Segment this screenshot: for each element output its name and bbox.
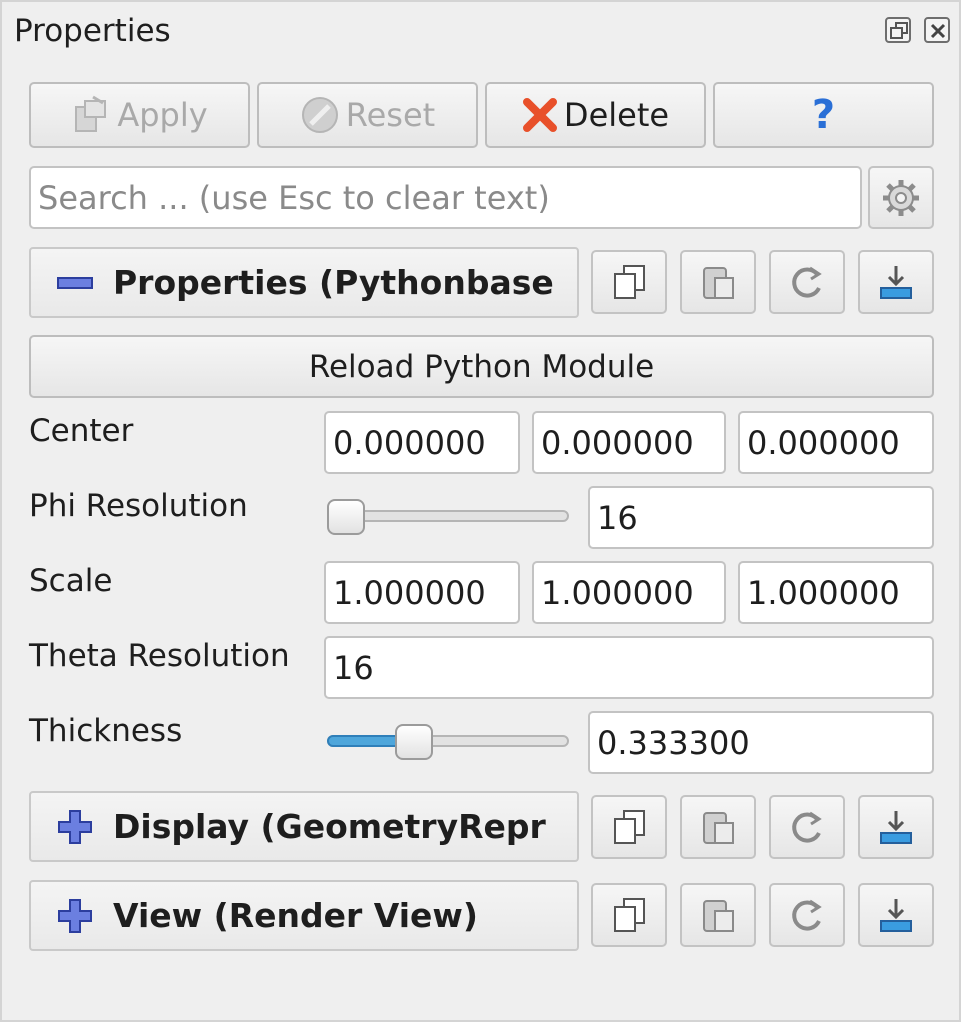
- phi-resolution-label: Phi Resolution: [29, 488, 248, 524]
- delete-label: Delete: [563, 96, 670, 134]
- properties-panel: Properties Apply Reset Delete ? Search .…: [0, 0, 961, 1022]
- scale-x-field[interactable]: 1.000000: [324, 561, 520, 624]
- reset-label: Reset: [345, 96, 436, 134]
- copy-properties-button[interactable]: [591, 250, 667, 314]
- float-panel-button[interactable]: [885, 17, 911, 43]
- scale-z-field[interactable]: 1.000000: [738, 561, 934, 624]
- paste-view-button[interactable]: [680, 883, 756, 947]
- help-button[interactable]: ?: [713, 82, 934, 148]
- gear-icon: [883, 179, 919, 216]
- phi-resolution-field[interactable]: 16: [588, 486, 934, 549]
- close-icon: [930, 23, 946, 39]
- display-section-header[interactable]: Display (GeometryRepr: [29, 791, 579, 862]
- thickness-slider-handle[interactable]: [394, 724, 433, 760]
- reload-python-module-button[interactable]: Reload Python Module: [29, 335, 934, 398]
- theta-resolution-field[interactable]: 16: [324, 636, 934, 699]
- float-icon: [890, 22, 908, 39]
- reset-icon: [300, 95, 340, 135]
- search-placeholder: Search ... (use Esc to clear text): [38, 178, 550, 217]
- expand-plus-icon: [57, 809, 93, 845]
- save-icon: [880, 811, 912, 844]
- save-default-properties-button[interactable]: [858, 250, 934, 314]
- view-section-header[interactable]: View (Render View): [29, 880, 579, 951]
- restore-default-display-button[interactable]: [769, 795, 845, 859]
- thickness-label: Thickness: [29, 713, 183, 749]
- save-icon: [880, 266, 912, 299]
- apply-icon: [71, 95, 111, 135]
- paste-icon: [703, 267, 734, 299]
- restore-default-view-button[interactable]: [769, 883, 845, 947]
- copy-icon: [614, 898, 645, 932]
- scale-label: Scale: [29, 563, 113, 599]
- copy-view-button[interactable]: [591, 883, 667, 947]
- delete-x-icon: [522, 97, 558, 133]
- apply-label: Apply: [117, 96, 208, 134]
- search-input[interactable]: Search ... (use Esc to clear text): [29, 166, 862, 229]
- copy-icon: [614, 265, 645, 299]
- display-section-title: Display (GeometryRepr: [113, 807, 546, 846]
- panel-title: Properties: [14, 13, 171, 49]
- scale-y-field[interactable]: 1.000000: [532, 561, 726, 624]
- restore-icon: [792, 266, 822, 298]
- collapse-minus-icon: [57, 275, 93, 291]
- save-default-display-button[interactable]: [858, 795, 934, 859]
- reload-label: Reload Python Module: [308, 348, 655, 385]
- expand-plus-icon: [57, 898, 93, 934]
- advanced-settings-button[interactable]: [868, 166, 934, 229]
- paste-properties-button[interactable]: [680, 250, 756, 314]
- question-mark-icon: ?: [811, 92, 836, 138]
- restore-icon: [792, 811, 822, 843]
- paste-display-button[interactable]: [680, 795, 756, 859]
- paste-icon: [703, 812, 734, 844]
- center-x-field[interactable]: 0.000000: [324, 411, 520, 474]
- close-panel-button[interactable]: [924, 17, 950, 43]
- properties-section-header[interactable]: Properties (Pythonbase: [29, 247, 579, 318]
- properties-section-title: Properties (Pythonbase: [113, 263, 554, 302]
- restore-default-properties-button[interactable]: [769, 250, 845, 314]
- copy-icon: [614, 810, 645, 844]
- save-default-view-button[interactable]: [858, 883, 934, 947]
- center-label: Center: [29, 413, 134, 449]
- restore-icon: [792, 899, 822, 931]
- paste-icon: [703, 900, 734, 932]
- theta-resolution-label: Theta Resolution: [29, 638, 290, 674]
- phi-resolution-slider-handle[interactable]: [327, 499, 365, 535]
- center-y-field[interactable]: 0.000000: [532, 411, 726, 474]
- reset-button[interactable]: Reset: [257, 82, 478, 148]
- center-z-field[interactable]: 0.000000: [738, 411, 934, 474]
- view-section-title: View (Render View): [113, 896, 478, 935]
- copy-display-button[interactable]: [591, 795, 667, 859]
- thickness-field[interactable]: 0.333300: [588, 711, 934, 774]
- delete-button[interactable]: Delete: [485, 82, 706, 148]
- apply-button[interactable]: Apply: [29, 82, 250, 148]
- save-icon: [880, 899, 912, 932]
